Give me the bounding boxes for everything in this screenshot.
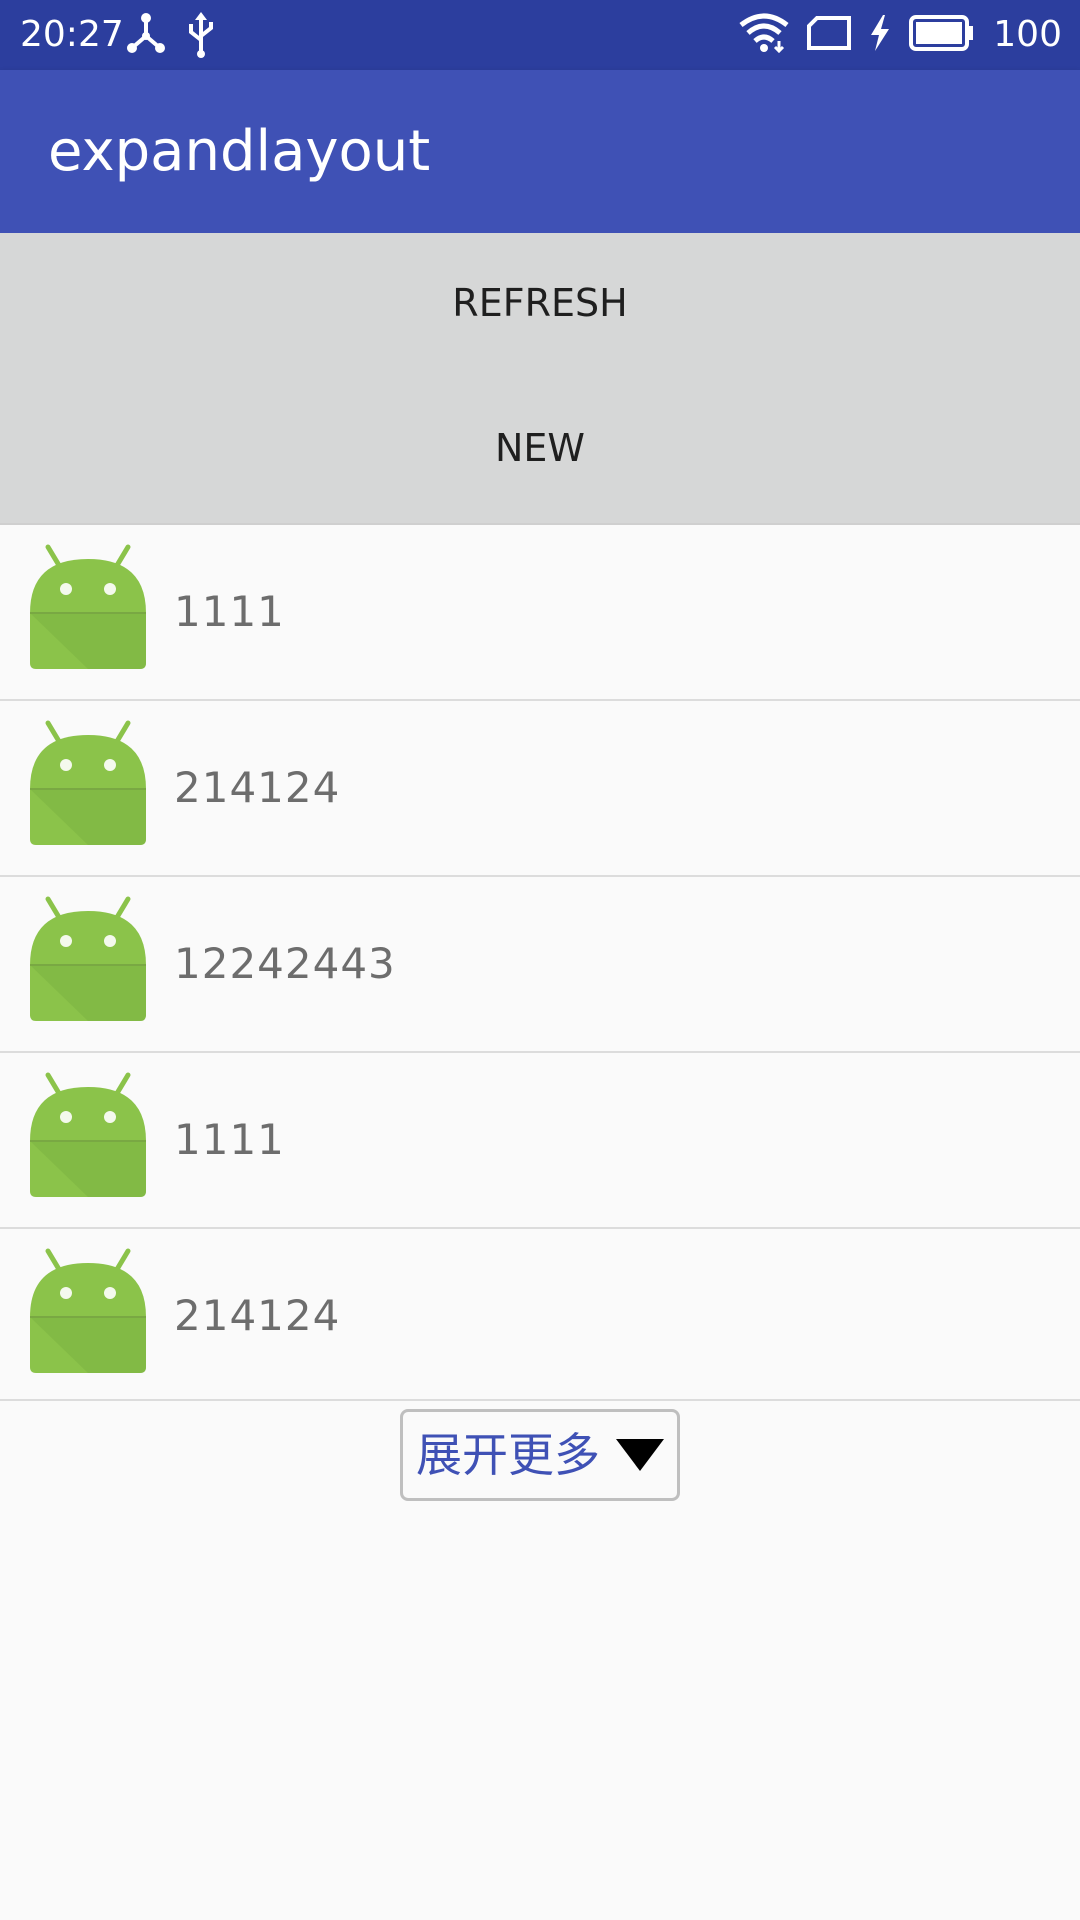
list-item-label: 1111	[174, 587, 285, 636]
expand-more-button[interactable]: 展开更多	[400, 1409, 680, 1501]
android-icon	[28, 1071, 148, 1199]
list-item-label: 214124	[174, 763, 341, 812]
android-icon	[28, 895, 148, 1023]
list-item-label: 12242443	[174, 939, 396, 988]
item-list: 1111 214124 12242443 1111 214124	[0, 525, 1080, 1401]
battery-percent: 100	[993, 14, 1062, 55]
battery-icon	[909, 15, 975, 55]
status-right-icons: 100	[739, 0, 1062, 70]
expand-area: 展开更多	[0, 1409, 1080, 1505]
refresh-button[interactable]: REFRESH	[0, 233, 1080, 373]
usb-icon	[186, 12, 216, 58]
list-item-label: 214124	[174, 1291, 341, 1340]
list-item[interactable]: 1111	[0, 525, 1080, 701]
list-item[interactable]: 1111	[0, 1053, 1080, 1229]
expand-more-label: 展开更多	[416, 1428, 600, 1482]
charging-icon	[869, 15, 891, 55]
triangle-down-icon	[616, 1439, 664, 1471]
hotspot-icon	[126, 12, 166, 58]
wifi-icon	[739, 13, 789, 57]
sim-icon	[807, 16, 852, 54]
status-bar: 20:27 100	[0, 0, 1080, 70]
android-icon	[28, 543, 148, 671]
list-item[interactable]: 214124	[0, 701, 1080, 877]
app-title: expandlayout	[48, 119, 431, 184]
status-left-icons	[126, 12, 216, 58]
android-icon	[28, 719, 148, 847]
list-item[interactable]: 214124	[0, 1229, 1080, 1401]
list-item[interactable]: 12242443	[0, 877, 1080, 1053]
new-button[interactable]: NEW	[0, 378, 1080, 518]
status-time: 20:27	[20, 14, 124, 55]
android-icon	[28, 1247, 148, 1375]
list-item-label: 1111	[174, 1115, 285, 1164]
action-buttons: REFRESH NEW	[0, 233, 1080, 525]
app-bar: expandlayout	[0, 70, 1080, 233]
